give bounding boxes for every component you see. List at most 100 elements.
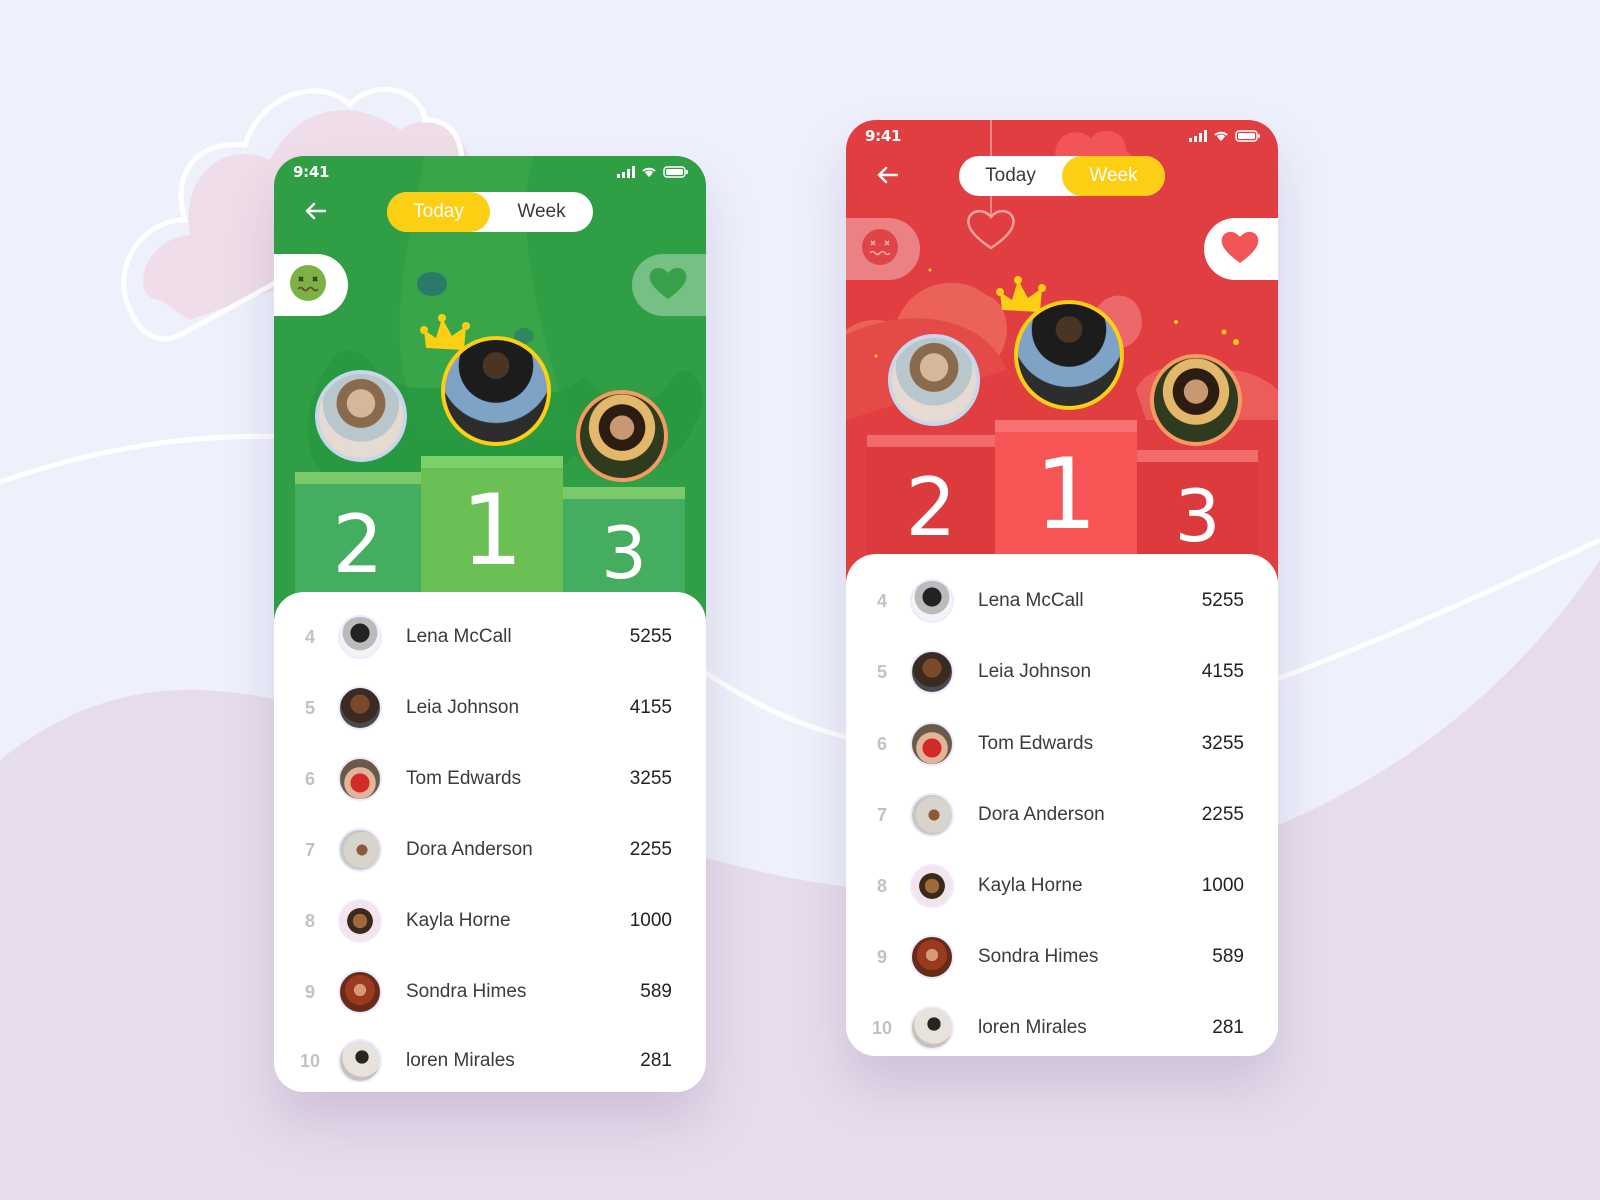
hanging-heart-icon [967, 209, 1015, 250]
dislike-button[interactable] [846, 218, 920, 280]
row-rank: 8 [304, 910, 315, 931]
row-rank: 7 [304, 839, 315, 860]
row-rank: 4 [876, 590, 887, 611]
leaderboard-row[interactable]: 7 Dora Anderson 2255 [846, 785, 1278, 845]
phone-today-leaderboard: 9:41 Today Week 2 1 3 4 Lena McCall 5255… [274, 156, 706, 1092]
row-score: 4155 [1201, 661, 1244, 682]
row-name: Dora Anderson [978, 804, 1105, 825]
row-avatar [910, 793, 954, 837]
row-name: Kayla Horne [406, 910, 511, 931]
row-name: Leia Johnson [406, 697, 520, 718]
row-avatar [910, 864, 954, 908]
row-rank: 10 [299, 1050, 321, 1071]
like-button[interactable] [1204, 218, 1278, 280]
period-toggle: Today Week [959, 156, 1165, 196]
row-avatar [338, 757, 382, 801]
tab-week[interactable]: Week [490, 192, 593, 232]
row-rank: 8 [876, 875, 887, 896]
dislike-button[interactable] [274, 254, 348, 316]
row-name: Sondra Himes [406, 981, 527, 1002]
status-time: 9:41 [865, 127, 902, 145]
back-button[interactable] [300, 198, 330, 228]
podium-avatar-rank-2[interactable] [315, 370, 407, 462]
background-lower-wave [0, 560, 1600, 1200]
row-name: loren Mirales [978, 1017, 1087, 1038]
leaderboard-row[interactable]: 7 Dora Anderson 2255 [274, 820, 706, 880]
status-bar: 9:41 [846, 120, 1278, 154]
row-rank: 6 [876, 733, 887, 754]
status-bar: 9:41 [274, 156, 706, 190]
row-score: 4155 [629, 697, 672, 718]
period-toggle: Today Week [387, 192, 593, 232]
tab-week[interactable]: Week [1062, 156, 1165, 196]
battery-icon [663, 165, 689, 183]
arrow-left-icon [304, 202, 327, 225]
row-avatar [910, 579, 954, 623]
row-name: Dora Anderson [406, 839, 533, 860]
row-name: Lena McCall [978, 590, 1084, 611]
row-avatar [338, 828, 382, 872]
podium-avatar-rank-2[interactable] [888, 334, 980, 426]
hero-header: 9:41 Today Week 2 1 3 [274, 156, 706, 626]
like-button[interactable] [632, 254, 706, 316]
podium-avatar-rank-1[interactable] [441, 336, 551, 446]
row-score: 2255 [1201, 804, 1244, 825]
row-score: 589 [1212, 946, 1244, 967]
leaderboard-row[interactable]: 6 Tom Edwards 3255 [274, 749, 706, 809]
tab-today[interactable]: Today [959, 156, 1062, 196]
row-score: 5255 [629, 626, 672, 647]
wifi-icon [641, 165, 657, 183]
row-rank: 9 [304, 981, 315, 1002]
row-score: 5255 [1201, 590, 1244, 611]
row-avatar [910, 650, 954, 694]
leaderboard-row[interactable]: 9 Sondra Himes 589 [274, 962, 706, 1022]
leaderboard-row[interactable]: 5 Leia Johnson 4155 [274, 678, 706, 738]
leaderboard-list: 4 Lena McCall 5255 5 Leia Johnson 4155 6… [846, 554, 1278, 1056]
leaderboard-row[interactable]: 5 Leia Johnson 4155 [846, 642, 1278, 702]
row-rank: 10 [871, 1017, 893, 1038]
background-decoration [0, 87, 1600, 1200]
row-score: 1000 [629, 910, 672, 931]
row-rank: 5 [304, 697, 315, 718]
row-rank: 5 [876, 661, 887, 682]
phone-week-leaderboard: 9:41 Today Week 2 1 3 4 Lena McCall 5255… [846, 120, 1278, 1056]
leaderboard-row[interactable]: 8 Kayla Horne 1000 [846, 856, 1278, 916]
row-avatar [910, 722, 954, 766]
row-name: Lena McCall [406, 626, 512, 647]
row-score: 1000 [1201, 875, 1244, 896]
row-rank: 4 [304, 626, 315, 647]
battery-icon [1235, 129, 1261, 147]
leaderboard-row[interactable]: 9 Sondra Himes 589 [846, 927, 1278, 987]
podium-avatar-rank-3[interactable] [576, 390, 668, 482]
row-avatar [910, 935, 954, 979]
heart-icon [648, 265, 688, 306]
row-rank: 6 [304, 768, 315, 789]
podium-avatar-rank-1[interactable] [1014, 300, 1124, 410]
row-rank: 9 [876, 946, 887, 967]
leaderboard-row[interactable]: 6 Tom Edwards 3255 [846, 714, 1278, 774]
row-avatar [338, 615, 382, 659]
signal-icon [1189, 129, 1207, 147]
leaderboard-row[interactable]: 4 Lena McCall 5255 [846, 571, 1278, 631]
row-name: Tom Edwards [406, 768, 522, 789]
leaderboard-row[interactable]: 8 Kayla Horne 1000 [274, 891, 706, 951]
podium-avatar-rank-3[interactable] [1150, 354, 1242, 446]
row-score: 3255 [629, 768, 672, 789]
row-avatar [338, 686, 382, 730]
leaderboard-row[interactable]: 10 loren Mirales 281 [846, 998, 1278, 1056]
leaderboard-row[interactable]: 10 loren Mirales 281 [274, 1031, 706, 1091]
dizzy-face-icon [289, 264, 327, 307]
leaderboard-row[interactable]: 4 Lena McCall 5255 [274, 607, 706, 667]
leaderboard-list: 4 Lena McCall 5255 5 Leia Johnson 4155 6… [274, 592, 706, 1092]
back-button[interactable] [872, 162, 902, 192]
row-name: Sondra Himes [978, 946, 1099, 967]
row-score: 281 [1212, 1017, 1244, 1038]
signal-icon [617, 165, 635, 183]
row-name: loren Mirales [406, 1050, 515, 1071]
row-score: 3255 [1201, 733, 1244, 754]
tab-today[interactable]: Today [387, 192, 490, 232]
row-avatar [338, 1039, 382, 1083]
row-name: Leia Johnson [978, 661, 1092, 682]
row-avatar [338, 899, 382, 943]
row-score: 281 [640, 1050, 672, 1071]
